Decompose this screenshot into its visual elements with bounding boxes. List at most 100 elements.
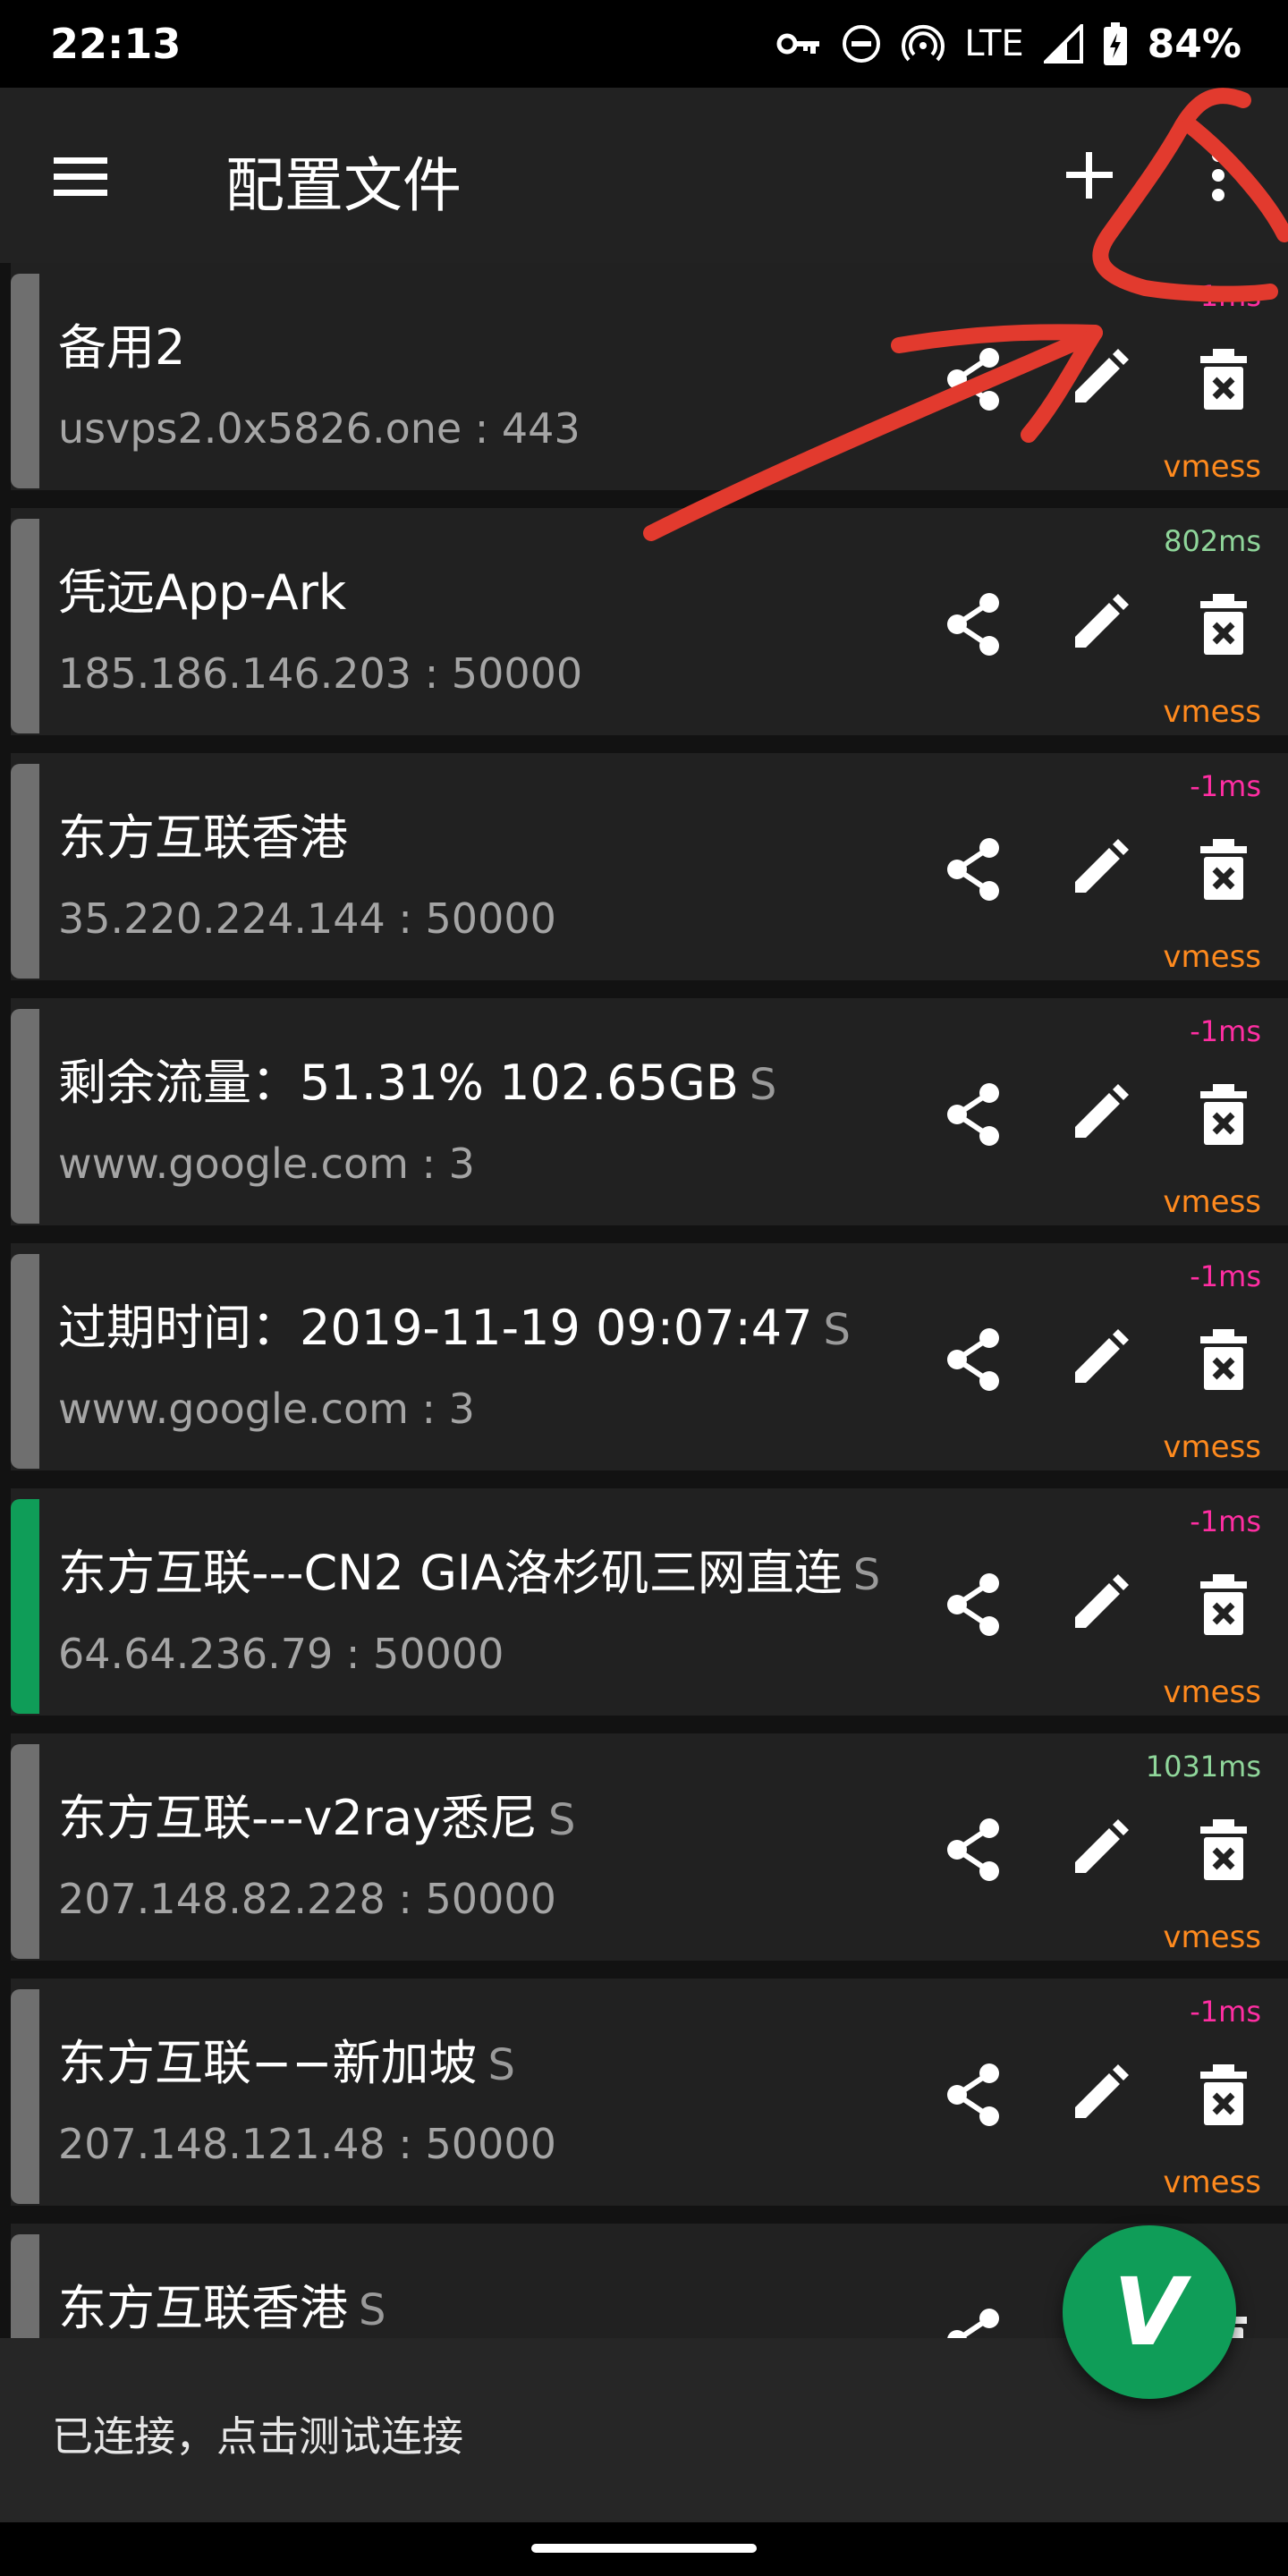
share-button[interactable] <box>937 2059 1009 2131</box>
subscription-badge: S <box>852 1550 881 1600</box>
edit-button[interactable] <box>1063 834 1134 905</box>
profile-name-text: 东方互联---v2ray悉尼 <box>58 1790 538 1846</box>
edit-button[interactable] <box>1063 1079 1134 1150</box>
share-button[interactable] <box>937 1814 1009 1885</box>
profile-card[interactable]: 东方互联---CN2 GIA洛杉矶三网直连 S 64.64.236.79 : 500… <box>11 1488 1288 1716</box>
delete-button[interactable] <box>1188 1079 1259 1150</box>
status-bar: 22:13 LTE 84% <box>0 0 1288 88</box>
page-title: 配置文件 <box>225 151 462 220</box>
edit-button[interactable] <box>1063 589 1134 660</box>
delete-icon <box>1188 834 1259 905</box>
profile-name-text: 东方互联香港 <box>58 2280 348 2336</box>
profile-indicator <box>11 1009 39 1224</box>
share-icon <box>937 1814 1009 1885</box>
profile-name-text: 东方互联香港 <box>58 809 348 866</box>
edit-button[interactable] <box>1063 1569 1134 1640</box>
delete-button[interactable] <box>1188 589 1259 660</box>
delete-icon <box>1188 589 1259 660</box>
latency-value: -1ms <box>1190 1014 1261 1048</box>
share-button[interactable] <box>937 1079 1009 1150</box>
share-button[interactable] <box>937 834 1009 905</box>
edit-icon <box>1063 1569 1134 1640</box>
delete-icon <box>1188 1814 1259 1885</box>
profile-indicator <box>11 1254 39 1469</box>
delete-button[interactable] <box>1188 1814 1259 1885</box>
profile-card[interactable]: 剩余流量：51.31% 102.65GB Swww.google.com : 3-… <box>11 998 1288 1225</box>
do-not-disturb-icon <box>843 25 881 63</box>
delete-button[interactable] <box>1188 1569 1259 1640</box>
share-button[interactable] <box>937 1324 1009 1395</box>
share-button[interactable] <box>937 589 1009 660</box>
subscription-badge: S <box>749 1060 777 1110</box>
profile-name-text: 东方互联---CN2 GIA洛杉矶三网直连 <box>58 1545 843 1601</box>
latency-value: -1ms <box>1190 279 1261 313</box>
profile-name: 东方互联−−新加坡 S <box>58 2023 515 2094</box>
more-options-button[interactable] <box>1190 140 1247 211</box>
edit-button[interactable] <box>1063 1324 1134 1395</box>
profile-name: 东方互联香港 S <box>58 2268 386 2338</box>
profile-indicator <box>11 274 39 488</box>
profile-card[interactable]: 东方互联−−新加坡 S 207.148.121.48 : 50000 -1ms vmes… <box>11 1979 1288 2206</box>
profile-list[interactable]: 备用2 usvps2.0x5826.one : 443 -1ms vmess 凭远App… <box>0 263 1288 2338</box>
delete-icon <box>1188 1569 1259 1640</box>
share-button[interactable] <box>937 1569 1009 1640</box>
selected-indicator <box>11 1499 39 1714</box>
profile-indicator <box>11 519 39 733</box>
menu-icon <box>54 157 107 196</box>
delete-button[interactable] <box>1188 2059 1259 2131</box>
share-icon <box>937 1569 1009 1640</box>
profile-card[interactable]: 过期时间：2019-11-19 09:07:47 Swww.google.com … <box>11 1243 1288 1470</box>
connect-fab-button[interactable]: V <box>1063 2225 1236 2399</box>
delete-button[interactable] <box>1188 834 1259 905</box>
share-button[interactable] <box>937 2304 1009 2338</box>
profile-address: 207.148.82.228 : 50000 <box>58 1875 556 1923</box>
share-button[interactable] <box>937 343 1009 415</box>
latency-value: 1031ms <box>1145 1750 1261 1784</box>
share-icon <box>937 834 1009 905</box>
home-gesture-handle[interactable] <box>531 2544 757 2553</box>
share-icon <box>937 343 1009 415</box>
status-icons: LTE 84% <box>776 18 1241 70</box>
delete-icon <box>1188 2059 1259 2131</box>
subscription-badge: S <box>359 2285 386 2335</box>
menu-button[interactable] <box>45 141 116 209</box>
protocol-type: vmess <box>1163 1674 1261 1710</box>
delete-button[interactable] <box>1188 343 1259 415</box>
profile-name-text: 剩余流量：51.31% 102.65GB <box>58 1055 739 1111</box>
protocol-type: vmess <box>1163 2165 1261 2200</box>
share-icon <box>937 1079 1009 1150</box>
protocol-type: vmess <box>1163 939 1261 975</box>
subscription-badge: S <box>548 1795 576 1845</box>
profile-address: www.google.com : 3 <box>58 1140 475 1188</box>
signal-icon <box>1043 24 1083 64</box>
profile-name-text: 凭远App-Ark <box>58 564 347 621</box>
profile-name: 剩余流量：51.31% 102.65GB S <box>58 1043 776 1114</box>
edit-button[interactable] <box>1063 1814 1134 1885</box>
profile-address: 35.220.224.144 : 50000 <box>58 894 556 943</box>
app-bar: 配置文件 <box>0 88 1288 263</box>
edit-button[interactable] <box>1063 2059 1134 2131</box>
profile-name-text: 东方互联−−新加坡 <box>58 2035 478 2091</box>
profile-card[interactable]: 东方互联香港 35.220.224.144 : 50000 -1ms vmess <box>11 753 1288 980</box>
profile-address: www.google.com : 3 <box>58 1385 475 1433</box>
profile-card[interactable]: 备用2 usvps2.0x5826.one : 443 -1ms vmess <box>11 263 1288 490</box>
battery-level: 84% <box>1147 21 1241 67</box>
latency-value: 802ms <box>1164 524 1261 558</box>
profile-name: 东方互联---v2ray悉尼 S <box>58 1778 576 1849</box>
battery-charging-icon <box>1103 22 1127 65</box>
more-vert-icon <box>1212 149 1224 201</box>
share-icon <box>937 1324 1009 1395</box>
profile-name: 凭远App-Ark <box>58 553 346 623</box>
delete-button[interactable] <box>1188 1324 1259 1395</box>
profile-address: 185.186.146.203 : 50000 <box>58 649 583 698</box>
profile-card[interactable]: 东方互联---v2ray悉尼 S 207.148.82.228 : 50000 103… <box>11 1733 1288 1961</box>
edit-button[interactable] <box>1063 343 1134 415</box>
latency-value: -1ms <box>1190 1259 1261 1293</box>
connection-status-text: 已连接，点击测试连接 <box>52 2412 463 2461</box>
edit-icon <box>1063 589 1134 660</box>
latency-value: -1ms <box>1190 769 1261 803</box>
profile-card[interactable]: 凭远App-Ark 185.186.146.203 : 50000 802ms vme… <box>11 508 1288 735</box>
delete-icon <box>1188 1079 1259 1150</box>
share-icon <box>937 2304 1009 2338</box>
add-profile-button[interactable] <box>1054 140 1125 211</box>
